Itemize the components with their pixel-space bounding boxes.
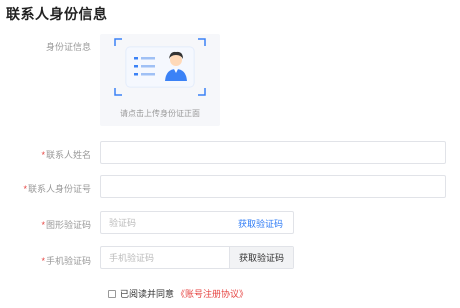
sms-code-input[interactable]: [101, 247, 229, 268]
get-captcha-link[interactable]: 获取验证码: [238, 217, 283, 230]
captcha-label: *图形验证码: [41, 220, 91, 230]
sms-code-field[interactable]: 获取验证码: [100, 246, 294, 269]
agreement-row: 已阅读并同意 《账号注册协议》: [108, 287, 248, 300]
get-sms-code-button[interactable]: 获取验证码: [229, 247, 293, 268]
upload-tip: 请点击上传身份证正面: [120, 109, 200, 118]
id-photo-upload[interactable]: 请点击上传身份证正面: [100, 34, 220, 126]
name-field[interactable]: [100, 141, 446, 164]
id-number-field[interactable]: [100, 175, 446, 198]
id-number-input[interactable]: [101, 176, 445, 197]
id-card-icon: [114, 38, 206, 96]
agreement-text: 已阅读并同意: [120, 289, 175, 299]
id-number-label: *联系人身份证号: [23, 184, 91, 194]
captcha-field[interactable]: 获取验证码: [100, 211, 294, 234]
section-title: 联系人身份信息: [6, 6, 108, 22]
id-photo-label: 身份证信息: [45, 42, 91, 52]
name-input[interactable]: [101, 142, 445, 163]
agreement-link[interactable]: 《账号注册协议》: [176, 287, 248, 300]
sms-code-label: *手机验证码: [41, 256, 91, 266]
name-label: *联系人姓名: [41, 150, 91, 160]
agreement-checkbox[interactable]: [108, 289, 116, 298]
